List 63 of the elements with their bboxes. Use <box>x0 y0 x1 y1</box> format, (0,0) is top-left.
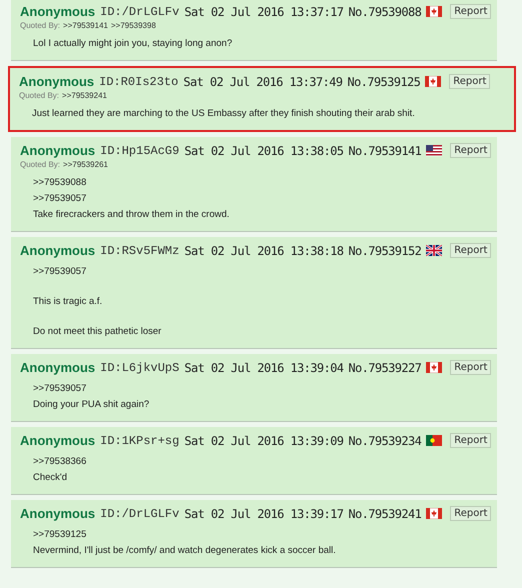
post-text: Just learned they are marching to the US Embassy after they finish shouting their arab shit. <box>32 107 416 121</box>
post-number[interactable]: No.79539227 <box>348 360 422 374</box>
quote-link[interactable]: >>79539261 <box>63 160 108 169</box>
quoted-by-label: Quoted By: <box>20 21 60 30</box>
post-date: Sat 02 Jul 2016 13:38:05 <box>184 144 344 158</box>
poster-id: ID:L6jkvUpS <box>100 360 180 374</box>
post-text: Check'd <box>33 471 68 485</box>
poster-name: Anonymous <box>20 360 96 375</box>
post-text: Take firecrackers and throw them in the crowd. <box>33 208 230 222</box>
poster-id: ID:1KPsr+sg <box>100 434 180 448</box>
canada-flag-icon <box>426 6 442 17</box>
poster-id: ID:R0Is23to <box>99 74 178 88</box>
poster-name: Anonymous <box>20 143 96 158</box>
post-number[interactable]: No.79539234 <box>348 434 422 448</box>
quote-link[interactable]: >>79539141 <box>63 21 108 30</box>
post-number[interactable]: No.79539141 <box>348 144 422 158</box>
post-text: >>79539057 <box>33 265 88 279</box>
quote-link[interactable]: >>79539241 <box>62 91 107 100</box>
post-text: Do not meet this pathetic loser <box>33 325 162 339</box>
post-date: Sat 02 Jul 2016 13:39:17 <box>184 506 344 520</box>
report-button[interactable]: Report <box>450 360 492 375</box>
post-text: Lol I actually might join you, staying long anon? <box>33 37 234 51</box>
report-button[interactable]: Report <box>450 433 492 448</box>
report-button[interactable]: Report <box>450 143 492 158</box>
usa-flag-icon <box>426 145 442 156</box>
quoted-by-label: Quoted By: <box>19 91 60 100</box>
post-date: Sat 02 Jul 2016 13:37:49 <box>183 74 342 88</box>
post-text: >>79539057 <box>33 382 88 396</box>
poster-name: Anonymous <box>20 433 96 448</box>
report-button[interactable]: Report <box>450 506 492 521</box>
portugal-flag-icon <box>426 435 442 446</box>
quote-link[interactable]: >>79539398 <box>110 21 156 30</box>
canada-flag-icon <box>425 76 442 87</box>
poster-id: ID:/DrLGLFv <box>100 4 180 18</box>
post-text: Nevermind, I'll just be /comfy/ and watch degenerates kick a soccer ball. <box>33 544 337 558</box>
poster-id: ID:/DrLGLFv <box>100 506 180 520</box>
post-number[interactable]: No.79539241 <box>348 506 422 520</box>
report-button[interactable]: Report <box>450 243 492 258</box>
poster-name: Anonymous <box>19 74 94 89</box>
canada-flag-icon <box>426 508 442 519</box>
post-number[interactable]: No.79539088 <box>348 4 422 18</box>
poster-id: ID:Hp15AcG9 <box>100 144 180 158</box>
post-text: >>79538366 <box>33 455 88 469</box>
post-number[interactable]: No.79539125 <box>347 74 420 88</box>
poster-name: Anonymous <box>20 506 96 521</box>
post-number[interactable]: No.79539152 <box>348 244 422 258</box>
post-text: >>79539125 <box>33 528 88 542</box>
post-text: Doing your PUA shit again? <box>33 398 150 412</box>
post-text: This is tragic a.f. <box>33 295 104 309</box>
poster-name: Anonymous <box>20 243 96 258</box>
quoted-by-label: Quoted By: <box>20 160 60 169</box>
report-button[interactable]: Report <box>450 4 492 19</box>
post-date: Sat 02 Jul 2016 13:38:18 <box>184 244 344 258</box>
post-date: Sat 02 Jul 2016 13:39:09 <box>184 434 344 448</box>
uk-flag-icon <box>426 245 442 256</box>
poster-id: ID:RSv5FWMz <box>100 244 180 258</box>
report-button[interactable]: Report <box>449 74 490 89</box>
poster-name: Anonymous <box>20 4 96 19</box>
post-text: >>79539057 <box>33 192 88 206</box>
post-text: >>79539088 <box>33 176 88 190</box>
post-date: Sat 02 Jul 2016 13:39:04 <box>184 360 344 374</box>
post-date: Sat 02 Jul 2016 13:37:17 <box>184 4 344 18</box>
canada-flag-icon <box>426 362 442 373</box>
